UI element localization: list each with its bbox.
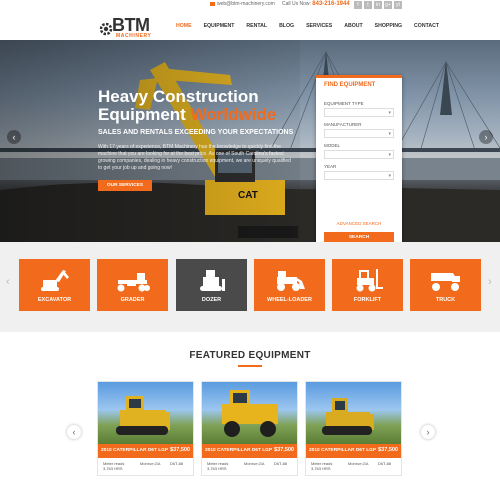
nav-home[interactable]: HOME (170, 10, 198, 42)
card-stock: D6T-88 (170, 461, 184, 466)
card-title-bar: 2010 CATERPILLAR D6T LGP $37,500 (98, 444, 193, 458)
equipment-card[interactable]: 2010 CATERPILLAR D6T LGP $37,500 Meter r… (201, 381, 298, 476)
hero-banner: CAT Heavy Construction Equipment Worldwi… (0, 40, 500, 242)
find-equipment-panel: FIND EQUIPMENT EQUIPMENT TYPE ▾ MANUFACT… (316, 75, 402, 242)
hero-prev-arrow[interactable]: ‹ (7, 130, 21, 144)
equipment-type-label: EQUIPMENT TYPE (324, 101, 364, 106)
model-label: MODEL (324, 143, 341, 148)
equipment-card[interactable]: 2010 CATERPILLAR D6T LGP $37,500 Meter r… (97, 381, 194, 476)
main-nav: HOME EQUIPMENT RENTAL BLOG SERVICES ABOU… (170, 10, 445, 42)
category-wheel-loader[interactable]: WHEEL-LOADER (254, 259, 325, 311)
hero-tagline: SALES AND RENTALS EXCEEDING YOUR EXPECTA… (98, 129, 294, 136)
youtube-icon[interactable]: yt (394, 1, 402, 9)
featured-equipment-section: FEATURED EQUIPMENT ‹ 2010 CATERPILLAR D6… (0, 332, 500, 500)
year-select[interactable]: ▾ (324, 171, 394, 180)
advanced-search-link[interactable]: ADVANCED SEARCH (316, 221, 402, 226)
linkedin-icon[interactable]: in (374, 1, 382, 9)
nav-rental[interactable]: RENTAL (240, 10, 273, 42)
our-services-button[interactable]: OUR SERVICES (98, 180, 152, 191)
nav-contact[interactable]: CONTACT (408, 10, 445, 42)
category-forklift[interactable]: FORKLIFT (332, 259, 403, 311)
hero-title: Heavy Construction Equipment Worldwide (98, 87, 277, 124)
category-excavator[interactable]: EXCAVATOR (19, 259, 90, 311)
card-stock: D6T-88 (274, 461, 288, 466)
grader-icon (117, 273, 150, 292)
nav-equipment[interactable]: EQUIPMENT (198, 10, 241, 42)
card-hours: Meter reads 3,763 HRS (207, 461, 229, 471)
card-hours: Meter reads 3,763 HRS (103, 461, 125, 471)
gear-icon (99, 22, 113, 36)
category-truck[interactable]: TRUCK (410, 259, 481, 311)
year-label: YEAR (324, 164, 337, 169)
hero-description: With 17 years of experience, BTM Machine… (98, 144, 291, 171)
facebook-icon[interactable]: f (354, 1, 362, 9)
search-button[interactable]: SEARCH (324, 232, 394, 242)
google-plus-icon[interactable]: g+ (384, 1, 392, 9)
logo-subtitle: MACHINERY (116, 33, 152, 39)
heading-underline (238, 365, 262, 367)
twitter-icon[interactable]: t (364, 1, 372, 9)
phone-contact: Call Us Now: 843-216-1944 (282, 1, 350, 7)
category-strip: ‹ EXCAVATOR GRADER DOZER WHEEL-LOADER FO… (0, 242, 500, 332)
hero-overlay (0, 40, 300, 242)
card-hours: Meter reads 3,763 HRS (311, 461, 333, 471)
top-bar: web@btm-machinery.com Call Us Now: 843-2… (0, 0, 500, 10)
finder-title: FIND EQUIPMENT (324, 82, 376, 88)
featured-heading: FEATURED EQUIPMENT (189, 350, 311, 361)
card-location: Monroe,GA (140, 461, 161, 466)
card-price: $37,500 (274, 447, 294, 453)
manufacturer-select[interactable]: ▾ (324, 129, 394, 138)
phone-number[interactable]: 843-216-1944 (312, 1, 349, 7)
chevron-down-icon: ▾ (388, 110, 391, 116)
equipment-photo[interactable] (306, 382, 401, 444)
manufacturer-label: MANUFACTURER (324, 122, 362, 127)
social-links: f t in g+ yt (354, 1, 402, 9)
card-price: $37,500 (378, 447, 398, 453)
equipment-photo[interactable] (98, 382, 193, 444)
equipment-type-select[interactable]: ▾ (324, 108, 394, 117)
card-name: 2010 CATERPILLAR D6T LGP (309, 448, 377, 453)
chevron-down-icon: ▾ (388, 173, 391, 179)
category-grader[interactable]: GRADER (97, 259, 168, 311)
card-location: Monroe,GA (348, 461, 369, 466)
chevron-down-icon: ▾ (388, 131, 391, 137)
forklift-icon (356, 269, 383, 292)
card-title-bar: 2010 CATERPILLAR D6T LGP $37,500 (306, 444, 401, 458)
category-next-arrow[interactable]: › (488, 276, 492, 288)
nav-shopping[interactable]: SHOPPING (369, 10, 408, 42)
category-prev-arrow[interactable]: ‹ (6, 276, 10, 288)
site-header: BTM MACHINERY HOME EQUIPMENT RENTAL BLOG… (0, 10, 500, 42)
hero-next-arrow[interactable]: › (479, 130, 493, 144)
card-location: Monroe,GA (244, 461, 265, 466)
card-name: 2010 CATERPILLAR D6T LGP (205, 448, 273, 453)
chevron-down-icon: ▾ (388, 152, 391, 158)
btm-logo[interactable]: BTM MACHINERY (99, 15, 157, 39)
card-title-bar: 2010 CATERPILLAR D6T LGP $37,500 (202, 444, 297, 458)
dozer-icon (200, 270, 225, 291)
card-name: 2010 CATERPILLAR D6T LGP (101, 448, 169, 453)
featured-prev-arrow[interactable]: ‹ (67, 425, 81, 439)
wheel-loader-icon (277, 271, 305, 291)
equipment-photo[interactable] (202, 382, 297, 444)
nav-about[interactable]: ABOUT (338, 10, 368, 42)
excavator-icon (41, 270, 69, 291)
model-select[interactable]: ▾ (324, 150, 394, 159)
card-price: $37,500 (170, 447, 190, 453)
equipment-card[interactable]: 2010 CATERPILLAR D6T LGP $37,500 Meter r… (305, 381, 402, 476)
dump-truck-icon (431, 273, 460, 291)
nav-blog[interactable]: BLOG (273, 10, 300, 42)
nav-services[interactable]: SERVICES (300, 10, 338, 42)
featured-next-arrow[interactable]: › (421, 425, 435, 439)
envelope-icon (210, 1, 215, 6)
category-dozer[interactable]: DOZER (176, 259, 247, 311)
email-contact[interactable]: web@btm-machinery.com (210, 1, 275, 7)
card-stock: D6T-88 (378, 461, 392, 466)
